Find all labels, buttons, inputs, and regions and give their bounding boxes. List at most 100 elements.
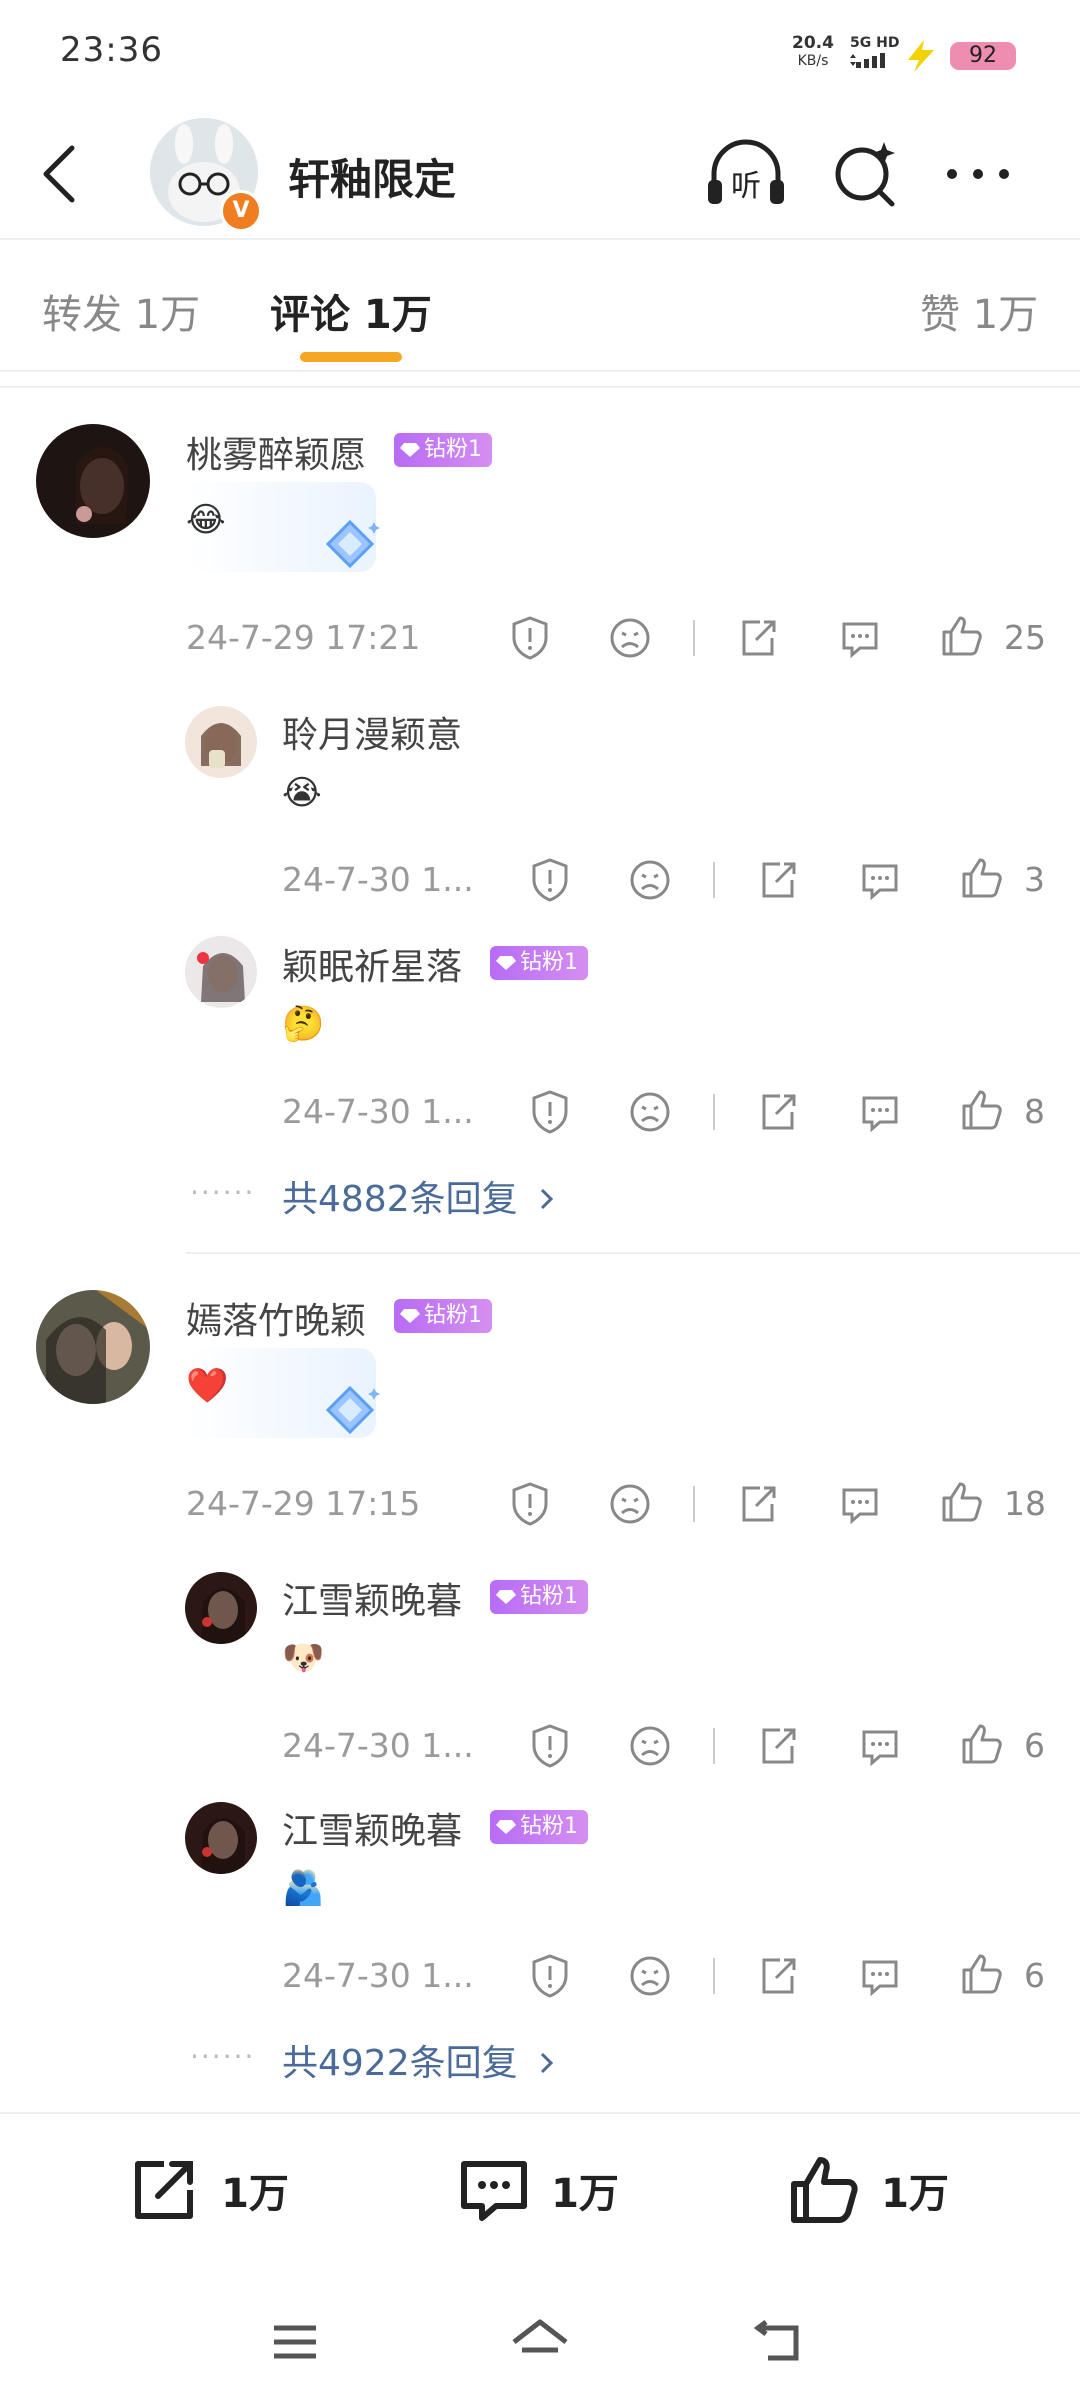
sad-face-icon [630, 1956, 670, 1996]
reply-button[interactable] [856, 1952, 904, 2000]
diamond-sticker-icon [325, 519, 380, 569]
reply-button[interactable] [856, 1088, 904, 1136]
search-button[interactable] [822, 136, 906, 212]
fan-badge: 钻粉1 [394, 433, 492, 467]
more-replies-link[interactable]: 共4882条回复 [282, 1170, 557, 1222]
repost-button[interactable]: 1万 [124, 2150, 289, 2230]
report-button[interactable] [526, 1088, 574, 1136]
back-nav-button[interactable] [752, 2318, 808, 2370]
headphones-listen-icon: 听 [708, 139, 784, 204]
action-divider [693, 620, 695, 656]
comment-emoji: 😂 [186, 500, 226, 540]
share-button[interactable] [754, 1088, 802, 1136]
verified-badge: V [220, 190, 262, 232]
like-button[interactable] [958, 854, 1006, 902]
dislike-button[interactable] [626, 1088, 674, 1136]
comment-icon [862, 864, 898, 901]
sad-face-icon [610, 1484, 650, 1524]
network-speed: 20.4 KB/s [792, 33, 834, 69]
reply-username[interactable]: 江雪颖晚暮 [282, 1572, 462, 1624]
share-icon [762, 1728, 796, 1764]
comment-date: 24-7-29 17:15 [186, 1484, 421, 1523]
menu-button[interactable] [268, 2320, 322, 2368]
chevron-right-icon [541, 2052, 554, 2074]
dislike-button[interactable] [626, 856, 674, 904]
thumbs-up-icon [962, 1724, 1002, 1764]
comment-divider [186, 1252, 1080, 1254]
back-nav-icon [753, 2320, 799, 2361]
comment-date: 24-7-29 17:21 [186, 618, 421, 657]
share-icon [762, 1094, 796, 1130]
sad-face-icon [630, 1726, 670, 1766]
action-divider [693, 1486, 695, 1522]
share-button[interactable] [734, 1480, 782, 1528]
status-time: 23:36 [60, 30, 163, 70]
dislike-button[interactable] [626, 1722, 674, 1770]
search-sparkle-icon [835, 142, 895, 207]
dislike-button[interactable] [606, 1480, 654, 1528]
reply-button[interactable] [856, 856, 904, 904]
dislike-button[interactable] [626, 1952, 674, 2000]
more-button[interactable] [936, 136, 1020, 212]
reply-username[interactable]: 江雪颖晚暮 [282, 1802, 462, 1854]
like-count: 3 [1024, 860, 1045, 899]
report-button[interactable] [506, 614, 554, 662]
like-button[interactable] [938, 1478, 986, 1526]
thumbs-up-icon [942, 1482, 982, 1522]
report-button[interactable] [506, 1480, 554, 1528]
share-button[interactable] [734, 614, 782, 662]
report-button[interactable] [526, 1952, 574, 2000]
reply-date: 24-7-30 1... [282, 1726, 474, 1765]
system-nav-bar [0, 2290, 1080, 2400]
report-button[interactable] [526, 856, 574, 904]
tab-reposts[interactable]: 转发 1万 [42, 282, 200, 340]
like-button[interactable] [958, 1950, 1006, 1998]
home-button[interactable] [508, 2316, 572, 2370]
reply-emoji: 🤔 [282, 1004, 325, 1044]
like-button[interactable] [958, 1720, 1006, 1768]
share-button[interactable] [754, 1722, 802, 1770]
report-button[interactable] [526, 1722, 574, 1770]
share-icon [762, 1958, 796, 1994]
reply-button[interactable] [836, 1480, 884, 1528]
share-button[interactable] [754, 856, 802, 904]
avatar[interactable] [185, 1802, 257, 1874]
share-icon [762, 862, 796, 898]
reply-button[interactable] [856, 1722, 904, 1770]
share-icon [135, 2161, 193, 2219]
dislike-button[interactable] [606, 614, 654, 662]
shield-report-icon [532, 1724, 568, 1768]
reply-button[interactable] [836, 614, 884, 662]
tab-comments[interactable]: 评论 1万 [270, 282, 432, 340]
shield-report-icon [512, 616, 548, 660]
avatar[interactable] [185, 706, 257, 778]
comment-icon [461, 2161, 527, 2221]
listen-button[interactable]: 听 [704, 136, 788, 212]
like-button[interactable] [958, 1086, 1006, 1134]
home-icon [512, 2319, 568, 2353]
battery-indicator: 92 [950, 42, 1016, 70]
avatar[interactable] [185, 936, 257, 1008]
diamond-sticker-icon [325, 1385, 380, 1435]
back-button[interactable] [38, 144, 82, 204]
avatar[interactable] [185, 1572, 257, 1644]
like-post-button[interactable]: 1万 [784, 2150, 949, 2230]
diamond-icon [400, 1309, 420, 1323]
tab-likes[interactable]: 赞 1万 [920, 282, 1038, 340]
comment-username[interactable]: 嫣落竹晚颖 [186, 1292, 366, 1344]
comment-icon [862, 1096, 898, 1133]
avatar[interactable] [36, 1290, 150, 1404]
signal-icon: 5G HD [850, 36, 900, 72]
more-replies-link[interactable]: 共4922条回复 [282, 2034, 557, 2086]
reply-username[interactable]: 颖眠祈星落 [282, 938, 462, 990]
share-button[interactable] [754, 1952, 802, 2000]
comment-icon [862, 1960, 898, 1997]
avatar[interactable] [36, 424, 150, 538]
comment-button[interactable]: 1万 [454, 2150, 619, 2230]
like-button[interactable] [938, 612, 986, 660]
action-divider [713, 1728, 715, 1764]
comment-username[interactable]: 桃雾醉颖愿 [186, 426, 366, 478]
reply-username[interactable]: 聆月漫颖意 [282, 706, 462, 758]
charging-icon [906, 40, 936, 72]
reply-date: 24-7-30 1... [282, 1092, 474, 1131]
